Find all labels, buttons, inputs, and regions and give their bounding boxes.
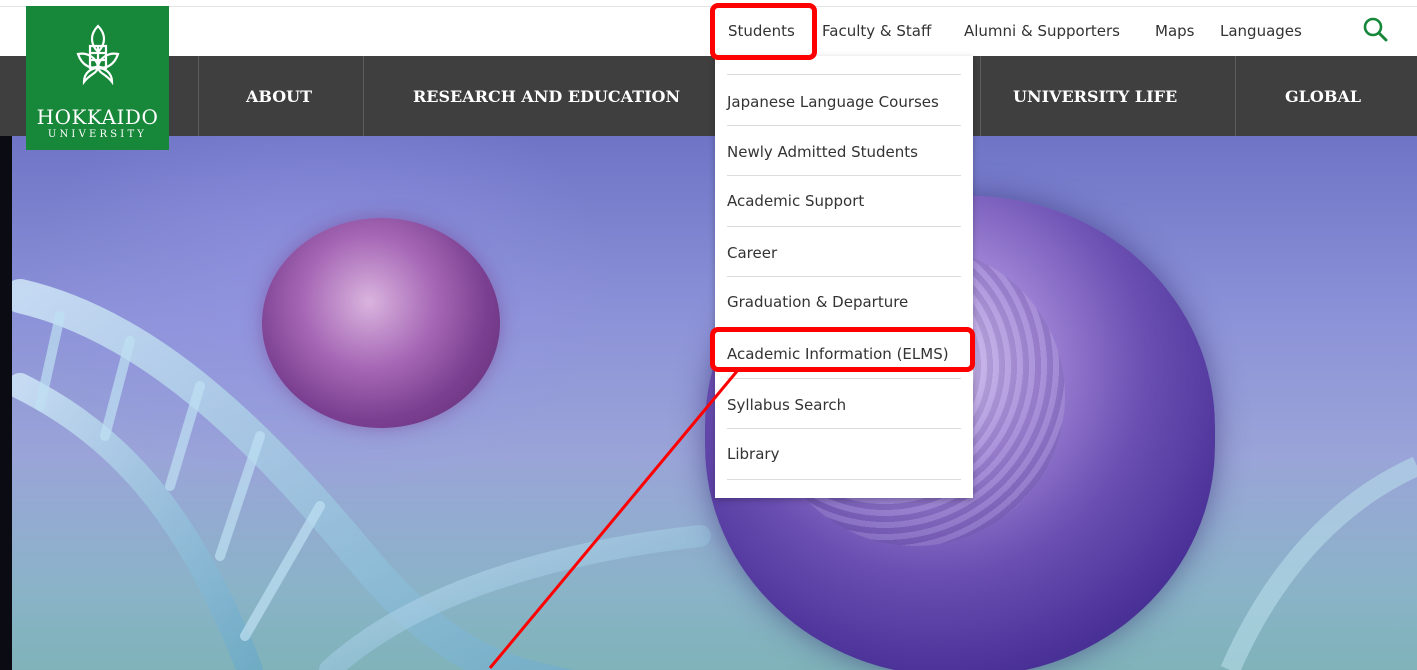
annotation-arrow-line (488, 369, 740, 669)
page: Students Faculty & Staff Alumni & Suppor… (0, 0, 1417, 670)
